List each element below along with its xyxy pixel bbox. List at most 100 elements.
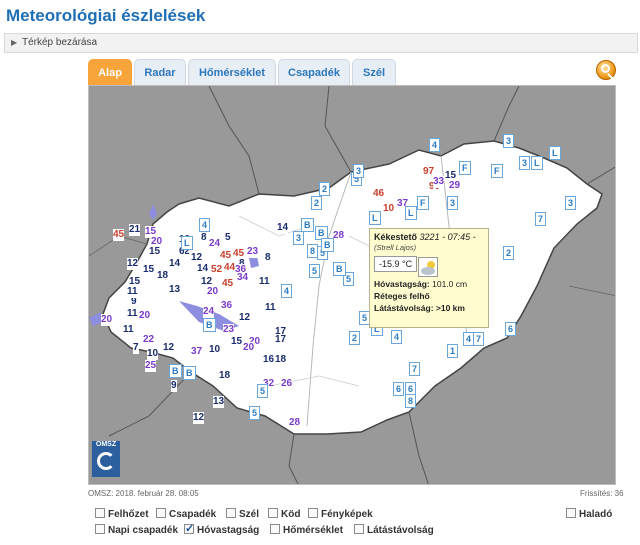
checkbox[interactable] (95, 524, 105, 534)
station-marker[interactable]: 4 (463, 332, 475, 346)
station-value[interactable]: 10 (147, 348, 159, 360)
tab-radar[interactable]: Radar (134, 59, 186, 85)
checkbox[interactable] (308, 508, 318, 518)
checkbox[interactable] (566, 508, 576, 518)
station-marker[interactable]: B (183, 366, 196, 380)
station-value[interactable]: 5 (225, 232, 231, 244)
station-marker[interactable]: 1 (447, 344, 459, 358)
station-value[interactable]: 11 (123, 324, 134, 336)
option-felhozet[interactable]: Felhőzet (95, 508, 149, 520)
station-value[interactable]: 24 (209, 238, 221, 250)
station-value[interactable]: 45 (113, 229, 125, 241)
station-marker[interactable]: B (333, 262, 346, 276)
station-marker[interactable]: 3 (565, 196, 577, 210)
station-value[interactable]: 11 (259, 276, 270, 288)
station-value[interactable]: 20 (101, 314, 113, 326)
station-value[interactable]: 24 (203, 306, 215, 318)
station-marker[interactable]: L (531, 156, 543, 170)
station-value[interactable]: 18 (275, 354, 287, 366)
station-value[interactable]: 15 (231, 336, 243, 348)
station-value[interactable]: 14 (277, 222, 289, 234)
station-value[interactable]: 15 (149, 246, 161, 258)
station-value[interactable]: 12 (239, 312, 251, 324)
station-value[interactable]: 15 (143, 264, 155, 276)
station-value[interactable]: 37 (191, 346, 203, 358)
station-value[interactable]: 12 (193, 412, 205, 424)
checkbox[interactable] (354, 524, 364, 534)
station-marker[interactable]: 3 (519, 156, 531, 170)
station-marker[interactable]: B (203, 318, 216, 332)
station-marker[interactable]: 3 (293, 231, 305, 245)
station-value[interactable]: 7 (133, 342, 139, 354)
station-marker[interactable]: 2 (349, 331, 361, 345)
station-marker[interactable]: 2 (311, 196, 323, 210)
station-marker[interactable]: F (491, 164, 503, 178)
tab-szel[interactable]: Szél (352, 59, 396, 85)
option-kod[interactable]: Köd (268, 508, 300, 520)
station-value[interactable]: 36 (221, 300, 233, 312)
close-map-label[interactable]: Térkép bezárása (22, 37, 97, 48)
option-napi-csapadek[interactable]: Napi csapadék (95, 524, 178, 536)
station-value[interactable]: 52 (211, 264, 223, 276)
option-hovastagsag[interactable]: Hóvastagság (184, 522, 259, 536)
option-csapadek[interactable]: Csapadék (156, 508, 216, 520)
checkbox[interactable] (226, 508, 236, 518)
zoom-icon[interactable] (596, 60, 616, 80)
station-marker[interactable]: 4 (281, 284, 293, 298)
station-value[interactable]: 11 (265, 302, 276, 314)
station-marker[interactable]: F (459, 161, 471, 175)
weather-map[interactable]: 45 21 15 20 12 10 8 5 2 24 15 7 14 6 12 … (88, 85, 616, 485)
station-marker[interactable]: 4 (391, 330, 403, 344)
station-marker[interactable]: 3 (503, 134, 515, 148)
station-marker[interactable]: 6 (505, 322, 517, 336)
station-value[interactable]: 9 (171, 380, 177, 392)
station-marker[interactable]: B (301, 218, 314, 232)
station-value[interactable]: 10 (383, 203, 395, 215)
checkbox-checked[interactable] (184, 522, 194, 535)
station-marker[interactable]: 5 (249, 406, 261, 420)
station-value[interactable]: 46 (373, 188, 385, 200)
option-latastavolsag[interactable]: Látástávolság (354, 524, 434, 536)
station-value[interactable]: 20 (139, 310, 151, 322)
station-marker[interactable]: 3 (447, 196, 459, 210)
popup-station-name[interactable]: Kékestető (374, 232, 417, 242)
station-value[interactable]: 11 (127, 308, 138, 320)
station-marker[interactable]: 7 (535, 212, 547, 226)
station-value[interactable]: 45 (220, 250, 232, 262)
station-value[interactable]: 10 (209, 344, 221, 356)
station-marker[interactable]: 5 (257, 384, 269, 398)
station-marker[interactable]: 7 (473, 332, 485, 346)
station-marker[interactable]: F (417, 196, 429, 210)
station-value[interactable]: 45 (222, 278, 234, 290)
station-marker[interactable]: 8 (307, 244, 319, 258)
checkbox[interactable] (95, 508, 105, 518)
checkbox[interactable] (270, 524, 280, 534)
tab-csapadek[interactable]: Csapadék (278, 59, 350, 85)
station-marker[interactable]: 3 (353, 164, 365, 178)
station-value[interactable]: 12 (127, 258, 139, 270)
station-marker[interactable]: L (181, 236, 193, 250)
station-value[interactable]: 13 (169, 284, 181, 296)
station-value[interactable]: 25 (145, 360, 157, 372)
checkbox[interactable] (156, 508, 166, 518)
station-value[interactable]: 14 (169, 258, 181, 270)
station-value[interactable]: 28 (333, 230, 345, 242)
station-marker[interactable]: B (169, 364, 182, 378)
station-value[interactable]: 13 (213, 396, 225, 408)
close-map-toggle[interactable]: ▶ Térkép bezárása (4, 33, 638, 53)
station-value[interactable]: 29 (449, 180, 461, 192)
station-value[interactable]: 17 (275, 334, 287, 346)
station-value[interactable]: 23 (247, 246, 259, 258)
station-marker[interactable]: L (405, 206, 417, 220)
station-value[interactable]: 12 (163, 342, 175, 354)
station-value[interactable]: 20 (207, 286, 219, 298)
station-marker[interactable]: 6 (393, 382, 405, 396)
station-value[interactable]: 8 (265, 252, 271, 264)
station-value[interactable]: 33 (433, 176, 445, 188)
station-value[interactable]: 20 (243, 342, 255, 354)
checkbox[interactable] (268, 508, 278, 518)
tab-alap[interactable]: Alap (88, 59, 132, 85)
station-value[interactable]: 23 (223, 324, 235, 336)
station-value[interactable]: 28 (289, 417, 301, 429)
station-marker[interactable]: 2 (319, 182, 331, 196)
